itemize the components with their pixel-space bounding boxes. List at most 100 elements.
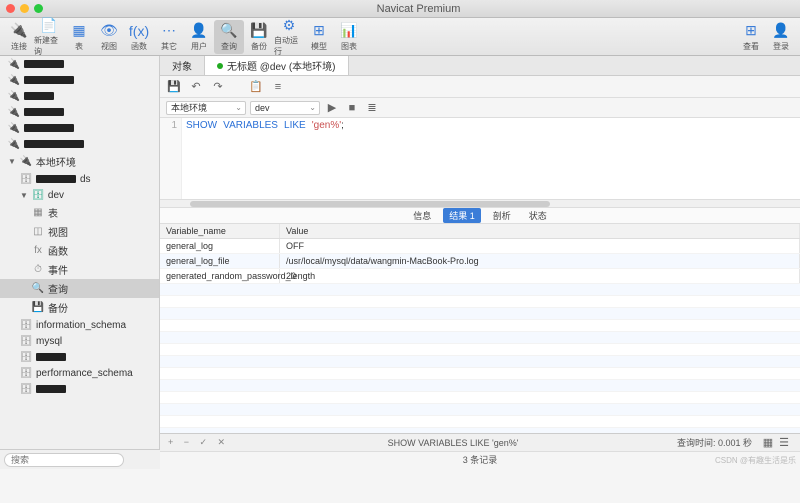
expand-icon[interactable]: ▼ <box>20 191 28 200</box>
toolbar-查询[interactable]: 🔍查询 <box>214 20 244 54</box>
sidebar-item[interactable]: 🔌 <box>0 136 159 152</box>
toolbar-连接[interactable]: 🔌连接 <box>4 20 34 54</box>
content-tab[interactable]: 无标题 @dev (本地环境) <box>205 56 349 75</box>
item-label: 事件 <box>48 262 68 277</box>
cell-value: /usr/local/mysql/data/wangmin-MacBook-Pr… <box>280 254 800 268</box>
toolbar-新建查询[interactable]: 📄新建查询 <box>34 20 64 54</box>
item-label: information_schema <box>36 320 126 331</box>
item-icon: 🔌 <box>8 58 20 70</box>
toolbar-备份[interactable]: 💾备份 <box>244 20 274 54</box>
expand-icon[interactable]: ▼ <box>8 157 16 166</box>
database-select[interactable]: dev <box>250 101 320 115</box>
col-variable-name[interactable]: Variable_name <box>160 224 280 238</box>
sidebar-item[interactable]: ▦表 <box>0 203 159 222</box>
图表-icon: 📊 <box>340 22 358 40</box>
sidebar-item[interactable]: 🔍 查询 <box>0 279 159 298</box>
result-tab[interactable]: 剖析 <box>487 208 517 223</box>
minimize-icon[interactable] <box>20 4 29 13</box>
sidebar-search[interactable] <box>4 453 124 467</box>
redo-icon[interactable]: ↷ <box>210 79 226 95</box>
新建查询-icon: 📄 <box>40 17 58 34</box>
sql-code[interactable]: SHOW VARIABLES LIKE 'gen%'; <box>182 118 800 199</box>
sidebar-item[interactable]: 🔌 <box>0 56 159 72</box>
toolbar-图表[interactable]: 📊图表 <box>334 20 364 54</box>
sidebar-item[interactable]: ▼🗄dev <box>0 187 159 203</box>
toolbar-登录[interactable]: 👤登录 <box>766 20 796 54</box>
row-actions[interactable]: + − ✓ ✕ <box>168 437 229 448</box>
toolbar-用户[interactable]: 👤用户 <box>184 20 214 54</box>
result-tabs: 信息结果 1 剖析状态 <box>160 208 800 224</box>
zoom-icon[interactable] <box>34 4 43 13</box>
sql-editor[interactable]: 1 SHOW VARIABLES LIKE 'gen%'; <box>160 118 800 200</box>
redacted-label <box>24 140 84 148</box>
toolbar-视图[interactable]: 👁视图 <box>94 20 124 54</box>
sidebar-item[interactable]: 🗄 <box>0 381 159 397</box>
item-label: 本地环境 <box>36 154 76 169</box>
item-label: 查询 <box>48 281 68 296</box>
视图-icon: 👁 <box>100 22 118 40</box>
用户-icon: 👤 <box>190 22 208 40</box>
editor-hscroll[interactable] <box>160 200 800 208</box>
item-icon: 🔌 <box>20 156 32 168</box>
自动运行-icon: ⚙ <box>280 17 298 34</box>
sidebar-item[interactable]: ◫视图 <box>0 222 159 241</box>
empty-row <box>160 284 800 296</box>
active-dot-icon <box>217 63 223 69</box>
item-icon: ⏱ <box>32 264 44 276</box>
item-icon: 🗄 <box>20 351 32 363</box>
item-icon: 🔌 <box>8 138 20 150</box>
sidebar-item[interactable]: 🔌 <box>0 88 159 104</box>
undo-icon[interactable]: ↶ <box>188 79 204 95</box>
sidebar-item[interactable]: 🗄performance_schema <box>0 365 159 381</box>
toolbar-其它[interactable]: ⋯其它 <box>154 20 184 54</box>
item-icon: 🗄 <box>20 335 32 347</box>
sidebar-item[interactable]: 🗄mysql <box>0 333 159 349</box>
table-row[interactable]: generated_random_password_length20 <box>160 269 800 284</box>
empty-row <box>160 380 800 392</box>
sidebar-item[interactable]: 🔌 <box>0 72 159 88</box>
result-tab[interactable]: 结果 1 <box>443 208 481 223</box>
redacted-label <box>24 60 64 68</box>
results-grid: Variable_name Value general_logOFFgenera… <box>160 224 800 433</box>
explain-icon[interactable]: ≣ <box>364 100 380 116</box>
line-gutter: 1 <box>160 118 182 199</box>
result-tab[interactable]: 状态 <box>523 208 553 223</box>
toolbar-函数[interactable]: f(x)函数 <box>124 20 154 54</box>
table-row[interactable]: general_logOFF <box>160 239 800 254</box>
record-count: 3 条记录 <box>463 453 498 466</box>
grid-view-icon[interactable]: ▦ <box>760 435 776 451</box>
table-row[interactable]: general_log_file/usr/local/mysql/data/wa… <box>160 254 800 269</box>
connection-select[interactable]: 本地环境 <box>166 101 246 115</box>
save-icon[interactable]: 💾 <box>166 79 182 95</box>
redacted-label <box>24 108 64 116</box>
item-icon: ◫ <box>32 226 44 238</box>
titlebar: Navicat Premium <box>0 0 800 18</box>
sidebar-item[interactable]: fx函数 <box>0 241 159 260</box>
form-view-icon[interactable]: ☰ <box>776 435 792 451</box>
sidebar-item[interactable]: 💾备份 <box>0 298 159 317</box>
item-icon: 🔌 <box>8 74 20 86</box>
empty-row <box>160 356 800 368</box>
copy-icon[interactable]: 📋 <box>248 79 264 95</box>
item-icon: 🗄 <box>20 367 32 379</box>
toolbar-查看[interactable]: ⊞查看 <box>736 20 766 54</box>
sidebar-item[interactable]: 🔌 <box>0 120 159 136</box>
scrollbar-thumb[interactable] <box>190 201 550 207</box>
toolbar-表[interactable]: ▦表 <box>64 20 94 54</box>
sidebar-item[interactable]: ⏱ 事件 <box>0 260 159 279</box>
format-icon[interactable]: ≡ <box>270 79 286 95</box>
col-value[interactable]: Value <box>280 224 800 238</box>
sidebar-item[interactable]: 🗄information_schema <box>0 317 159 333</box>
item-icon: 🔍 <box>32 283 44 295</box>
sidebar-item[interactable]: 🗄 <box>0 349 159 365</box>
content-tab[interactable]: 对象 <box>160 56 205 75</box>
sidebar-item[interactable]: 🗄ds <box>0 171 159 187</box>
result-tab[interactable]: 信息 <box>407 208 437 223</box>
toolbar-模型[interactable]: ⊞模型 <box>304 20 334 54</box>
sidebar-item[interactable]: 🔌 <box>0 104 159 120</box>
toolbar-自动运行[interactable]: ⚙自动运行 <box>274 20 304 54</box>
sidebar-item[interactable]: ▼ 🔌 本地环境 <box>0 152 159 171</box>
run-icon[interactable]: ▶ <box>324 100 340 116</box>
stop-icon[interactable]: ■ <box>344 100 360 116</box>
close-icon[interactable] <box>6 4 15 13</box>
